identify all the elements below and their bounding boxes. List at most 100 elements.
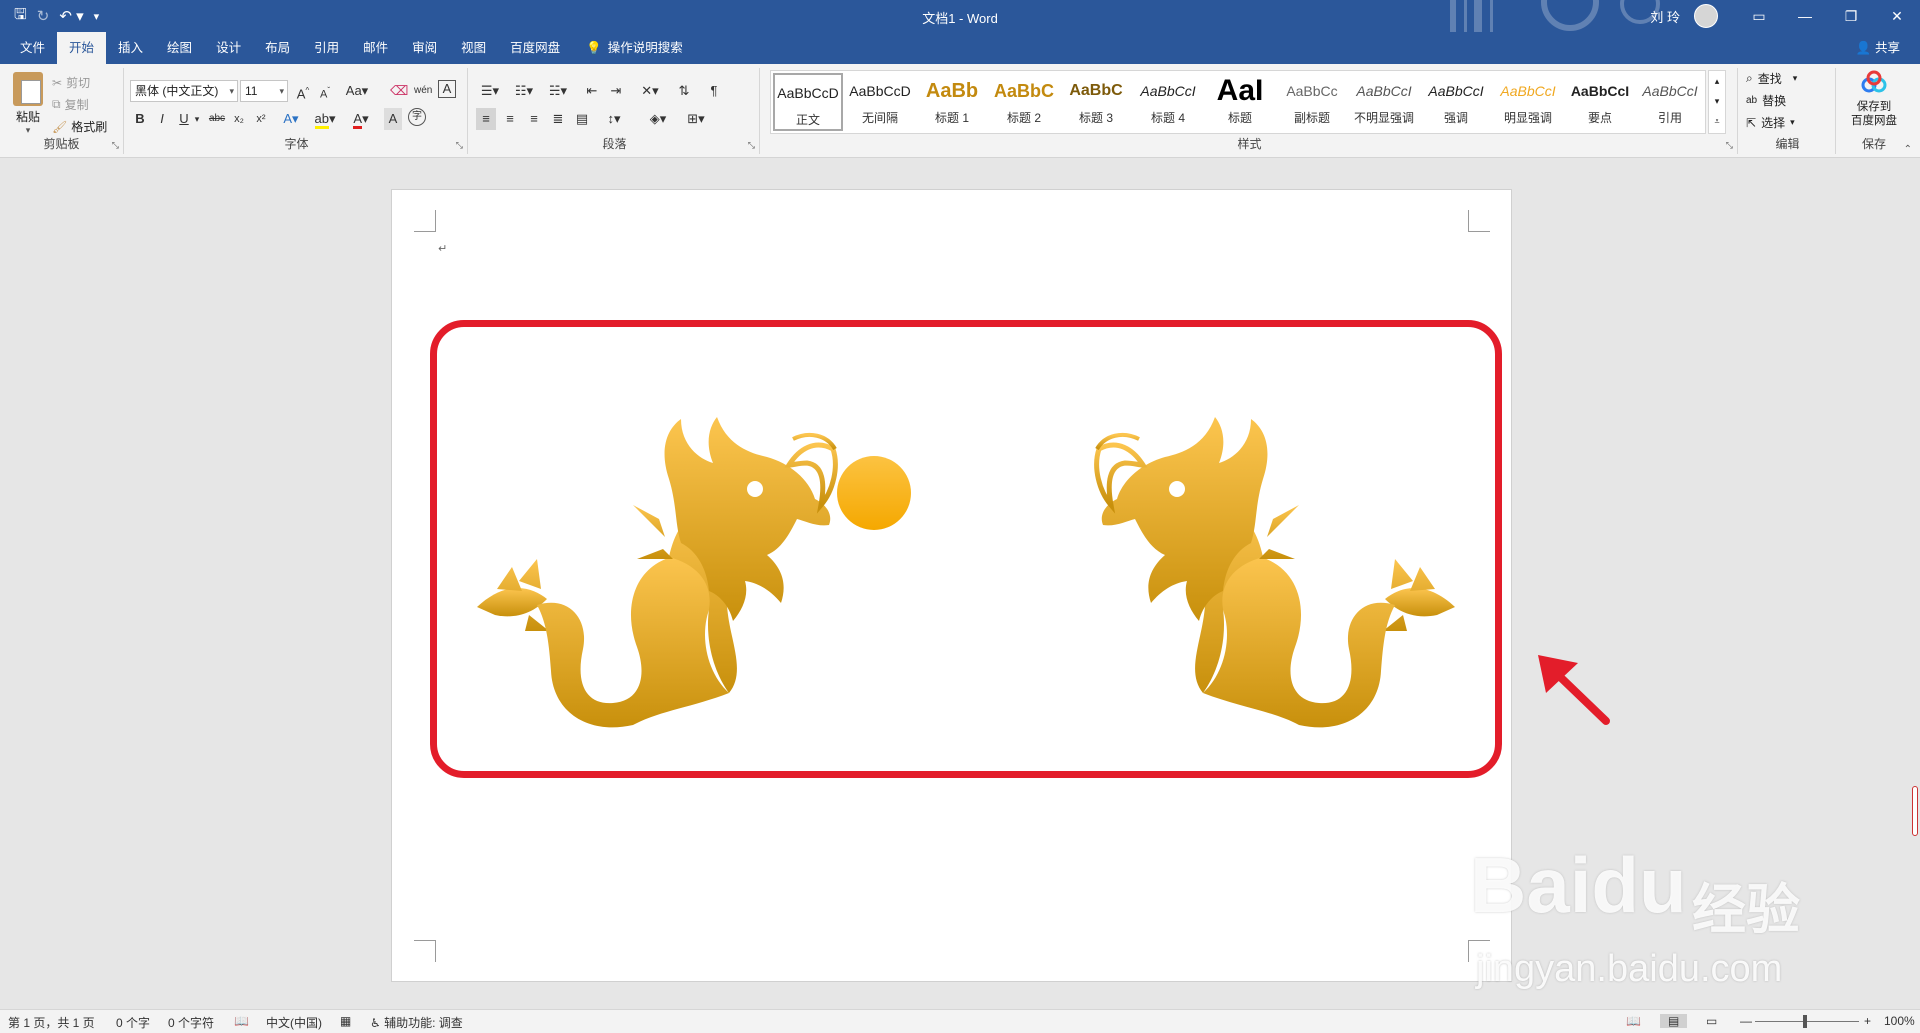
zoom-level[interactable]: 100% xyxy=(1884,1014,1915,1028)
bullets-icon[interactable]: ☰▾ xyxy=(476,80,504,102)
tab-home[interactable]: 开始 xyxy=(57,32,107,64)
style-heading-4[interactable]: AaBbCcI 标题 4 xyxy=(1133,73,1203,131)
copy-button[interactable]: ⧉ 复制 xyxy=(52,96,89,113)
zoom-slider[interactable] xyxy=(1755,1021,1859,1022)
clear-formatting-icon[interactable]: ⌫ xyxy=(390,80,408,102)
cut-button[interactable]: ✂ 剪切 xyxy=(52,74,90,91)
font-dialog-launcher-icon[interactable]: ⤡ xyxy=(456,140,463,151)
show-marks-icon[interactable]: ¶ xyxy=(704,80,724,102)
style-subtle-emphasis[interactable]: AaBbCcI 不明显强调 xyxy=(1349,73,1419,131)
style-emphasis[interactable]: AaBbCcI 强调 xyxy=(1421,73,1491,131)
save-icon[interactable]: 🖫 xyxy=(14,4,27,29)
tab-baidu-netdisk[interactable]: 百度网盘 xyxy=(498,32,572,64)
accessibility-status[interactable]: ♿ 辅助功能: 调查 xyxy=(370,1014,463,1031)
tab-review[interactable]: 审阅 xyxy=(400,32,449,64)
close-icon[interactable]: ✕ xyxy=(1874,0,1920,32)
undo-icon[interactable]: ↶ ▾ xyxy=(59,7,83,25)
increase-indent-icon[interactable]: ⇥ xyxy=(606,80,626,102)
format-painter-button[interactable]: 🖌 格式刷 xyxy=(52,118,107,135)
multilevel-list-icon[interactable]: ☵▾ xyxy=(544,80,572,102)
superscript-icon[interactable]: x² xyxy=(252,108,270,130)
font-size-select[interactable]: 11 ▾ xyxy=(240,80,288,102)
minimize-icon[interactable]: — xyxy=(1782,0,1828,32)
char-count[interactable]: 0 个字符 xyxy=(168,1014,214,1031)
underline-dropdown-icon[interactable]: ▾ xyxy=(192,108,202,130)
shading-icon[interactable]: ◈▾ xyxy=(644,108,672,130)
scrollbar-thumb[interactable] xyxy=(1912,786,1918,836)
chinese-layout-icon[interactable]: ✕▾ xyxy=(636,80,664,102)
grow-font-icon[interactable]: A^ xyxy=(294,80,312,102)
collapse-ribbon-icon[interactable]: ⌃ xyxy=(1904,144,1912,155)
select-button[interactable]: ⇱ 选择 ▾ xyxy=(1746,114,1795,131)
shrink-font-icon[interactable]: Aˇ xyxy=(316,80,334,102)
styles-dialog-launcher-icon[interactable]: ⤡ xyxy=(1726,140,1733,151)
twin-dragon-graphic[interactable] xyxy=(437,327,1495,771)
strikethrough-icon[interactable]: abc xyxy=(206,108,228,130)
tab-references[interactable]: 引用 xyxy=(302,32,351,64)
customize-qat-icon[interactable]: ▾ xyxy=(94,10,100,23)
sort-icon[interactable]: ⇅ xyxy=(674,80,694,102)
replace-button[interactable]: ab 替换 xyxy=(1746,92,1786,109)
avatar[interactable] xyxy=(1694,4,1718,28)
word-count[interactable]: 0 个字 xyxy=(116,1014,150,1031)
font-color-icon[interactable]: A▾ xyxy=(348,108,374,130)
tell-me-search[interactable]: 💡 操作说明搜索 xyxy=(586,32,683,64)
zoom-out-icon[interactable]: — xyxy=(1740,1014,1752,1028)
document-page[interactable]: ↵ xyxy=(391,189,1512,982)
distributed-icon[interactable]: ▤ xyxy=(572,108,592,130)
subscript-icon[interactable]: x₂ xyxy=(230,108,248,130)
character-border-icon[interactable]: A xyxy=(438,80,456,98)
find-button[interactable]: ⌕ 查找 ▾ xyxy=(1746,70,1797,87)
style-normal[interactable]: AaBbCcD 正文 xyxy=(773,73,843,131)
justify-icon[interactable]: ≣ xyxy=(548,108,568,130)
tab-layout[interactable]: 布局 xyxy=(253,32,302,64)
align-right-icon[interactable]: ≡ xyxy=(524,108,544,130)
underline-icon[interactable]: U xyxy=(176,108,192,130)
tab-view[interactable]: 视图 xyxy=(449,32,498,64)
tab-insert[interactable]: 插入 xyxy=(106,32,155,64)
save-to-baidu-button[interactable]: 保存到 百度网盘 xyxy=(1838,70,1910,128)
borders-icon[interactable]: ⊞▾ xyxy=(682,108,710,130)
print-layout-icon[interactable]: ▤ xyxy=(1660,1014,1688,1028)
enclose-characters-icon[interactable]: 字 xyxy=(408,108,426,126)
paragraph-dialog-launcher-icon[interactable]: ⤡ xyxy=(748,140,755,151)
ribbon-display-icon[interactable]: ▭ xyxy=(1736,0,1782,32)
web-layout-icon[interactable]: ▭ xyxy=(1706,1014,1717,1028)
numbering-icon[interactable]: ☷▾ xyxy=(510,80,538,102)
decrease-indent-icon[interactable]: ⇤ xyxy=(582,80,602,102)
paste-button[interactable]: 粘贴 ▾ xyxy=(8,72,48,136)
align-left-icon[interactable]: ≡ xyxy=(476,108,496,130)
zoom-in-icon[interactable]: + xyxy=(1864,1014,1871,1028)
highlight-icon[interactable]: ab▾ xyxy=(312,108,338,130)
style-gallery-scroll[interactable]: ▴ ▾ ⩡ xyxy=(1708,70,1726,134)
line-spacing-icon[interactable]: ↕▾ xyxy=(600,108,628,130)
style-strong[interactable]: AaBbCcI 要点 xyxy=(1565,73,1635,131)
align-center-icon[interactable]: ≡ xyxy=(500,108,520,130)
share-button[interactable]: 👤 共享 xyxy=(1856,32,1900,64)
macro-icon[interactable]: ▦ xyxy=(340,1014,351,1028)
bold-icon[interactable]: B xyxy=(132,108,148,130)
page-count[interactable]: 第 1 页，共 1 页 xyxy=(8,1014,95,1031)
restore-icon[interactable]: ❐ xyxy=(1828,0,1874,32)
zoom-slider-thumb[interactable] xyxy=(1803,1015,1807,1028)
style-subtitle[interactable]: AaBbCc 副标题 xyxy=(1277,73,1347,131)
read-mode-icon[interactable]: 📖 xyxy=(1626,1014,1641,1028)
language[interactable]: 中文(中国) xyxy=(266,1014,322,1031)
style-heading-1[interactable]: AaBb 标题 1 xyxy=(917,73,987,131)
dialog-launcher-icon[interactable]: ⤡ xyxy=(112,140,119,151)
proofing-icon[interactable]: 📖 xyxy=(234,1014,249,1028)
style-no-spacing[interactable]: AaBbCcD 无间隔 xyxy=(845,73,915,131)
tab-file[interactable]: 文件 xyxy=(8,32,57,64)
character-shading-icon[interactable]: A xyxy=(384,108,402,130)
user-name[interactable]: 刘 玲 xyxy=(1650,7,1680,26)
style-heading-3[interactable]: AaBbC 标题 3 xyxy=(1061,73,1131,131)
autosave-icon[interactable]: ↻ xyxy=(37,7,50,25)
italic-icon[interactable]: I xyxy=(154,108,170,130)
style-title[interactable]: AaI 标题 xyxy=(1205,73,1275,131)
phonetic-guide-icon[interactable]: wén xyxy=(414,80,432,102)
style-intense-emphasis[interactable]: AaBbCcI 明显强调 xyxy=(1493,73,1563,131)
tab-draw[interactable]: 绘图 xyxy=(155,32,204,64)
style-heading-2[interactable]: AaBbC 标题 2 xyxy=(989,73,1059,131)
change-case-icon[interactable]: Aa▾ xyxy=(344,80,370,102)
tab-mailings[interactable]: 邮件 xyxy=(351,32,400,64)
